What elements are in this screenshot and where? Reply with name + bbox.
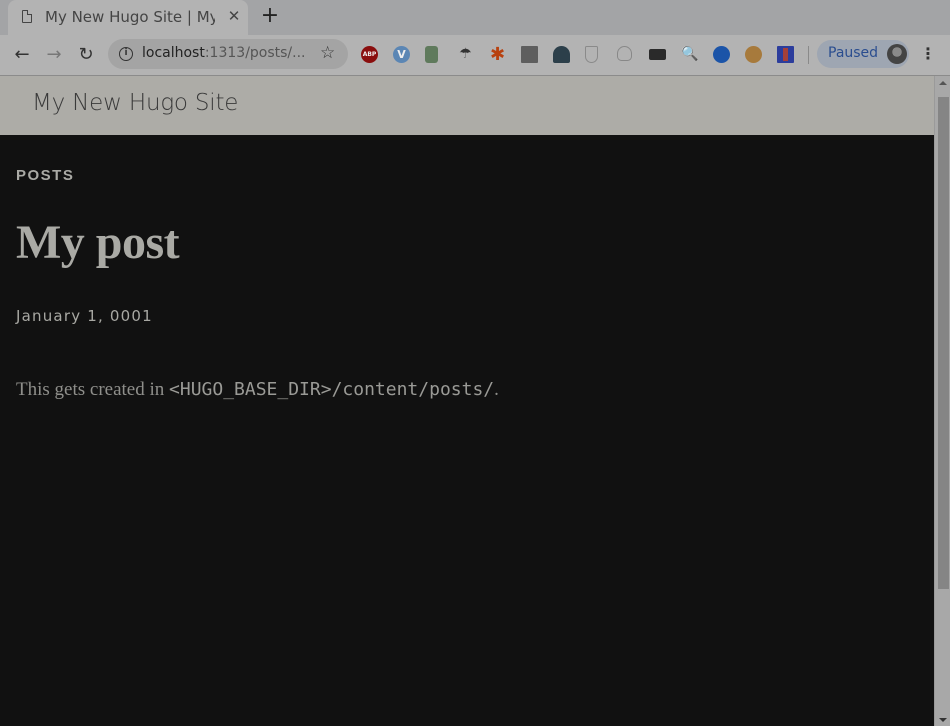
shield-extension-icon[interactable] bbox=[585, 46, 598, 63]
page-icon bbox=[22, 10, 32, 23]
site-title[interactable]: My New Hugo Site bbox=[32, 90, 238, 116]
profile-button[interactable]: Paused bbox=[817, 40, 909, 68]
ninja-extension-icon[interactable] bbox=[553, 46, 570, 63]
screen-extension-icon[interactable] bbox=[425, 46, 438, 63]
section-label[interactable]: POSTS bbox=[16, 167, 74, 184]
post-body-code: <HUGO_BASE_DIR>/content/posts/ bbox=[169, 379, 495, 400]
umbrella-extension-icon[interactable]: ☂ bbox=[457, 46, 474, 63]
zapier-extension-icon[interactable]: ✱ bbox=[489, 46, 506, 64]
kebab-menu-icon[interactable]: ⋮ bbox=[920, 45, 936, 63]
ghost-extension-icon[interactable] bbox=[617, 46, 632, 61]
page-viewport: My New Hugo Site POSTS My post January 1… bbox=[0, 76, 934, 726]
toolbar-separator bbox=[808, 46, 809, 64]
address-bar[interactable]: i localhost:1313/posts/... ☆ bbox=[108, 39, 348, 69]
bookmark-star-icon[interactable]: ☆ bbox=[320, 43, 335, 63]
lighthouse-extension-icon[interactable] bbox=[777, 46, 794, 63]
profile-status-label: Paused bbox=[828, 45, 879, 61]
browser-toolbar: ← → ↻ i localhost:1313/posts/... ☆ ABP V ☂… bbox=[0, 35, 950, 75]
cookie-extension-icon[interactable] bbox=[745, 46, 762, 63]
scroll-down-arrow-icon[interactable] bbox=[939, 718, 947, 722]
tab-active[interactable]: My New Hugo Site | My post ✕ bbox=[8, 0, 248, 35]
avatar bbox=[887, 44, 907, 64]
close-tab-icon[interactable]: ✕ bbox=[226, 7, 242, 25]
vertical-scrollbar[interactable] bbox=[934, 76, 950, 726]
forward-icon[interactable]: → bbox=[41, 42, 67, 68]
post-title: My post bbox=[16, 216, 180, 269]
new-tab-button[interactable]: + bbox=[259, 4, 281, 28]
adblock-plus-icon[interactable]: ABP bbox=[361, 46, 378, 63]
scrollbar-thumb[interactable] bbox=[938, 97, 949, 589]
site-info-icon[interactable]: i bbox=[119, 47, 133, 61]
url-host: localhost bbox=[142, 45, 205, 61]
tab-title: My New Hugo Site | My post bbox=[45, 8, 215, 26]
back-icon[interactable]: ← bbox=[9, 42, 35, 68]
post-body-suffix: . bbox=[494, 379, 499, 400]
post-body: This gets created in <HUGO_BASE_DIR>/con… bbox=[16, 379, 499, 401]
v-extension-icon[interactable]: V bbox=[393, 46, 410, 63]
blue-circle-extension-icon[interactable] bbox=[713, 46, 730, 63]
reload-icon[interactable]: ↻ bbox=[73, 42, 99, 68]
site-header: My New Hugo Site bbox=[0, 76, 934, 135]
scroll-up-arrow-icon[interactable] bbox=[939, 81, 947, 85]
gray-extension-icon[interactable] bbox=[521, 46, 538, 63]
tab-strip: My New Hugo Site | My post ✕ + bbox=[0, 0, 950, 35]
url-text[interactable]: localhost:1313/posts/... bbox=[142, 45, 306, 61]
post-date: January 1, 0001 bbox=[16, 307, 153, 325]
keyboard-extension-icon[interactable] bbox=[649, 49, 666, 60]
search-extension-icon[interactable]: 🔍 bbox=[681, 46, 698, 63]
post-body-text: This gets created in bbox=[16, 379, 170, 400]
url-path: :1313/posts/... bbox=[204, 45, 306, 61]
